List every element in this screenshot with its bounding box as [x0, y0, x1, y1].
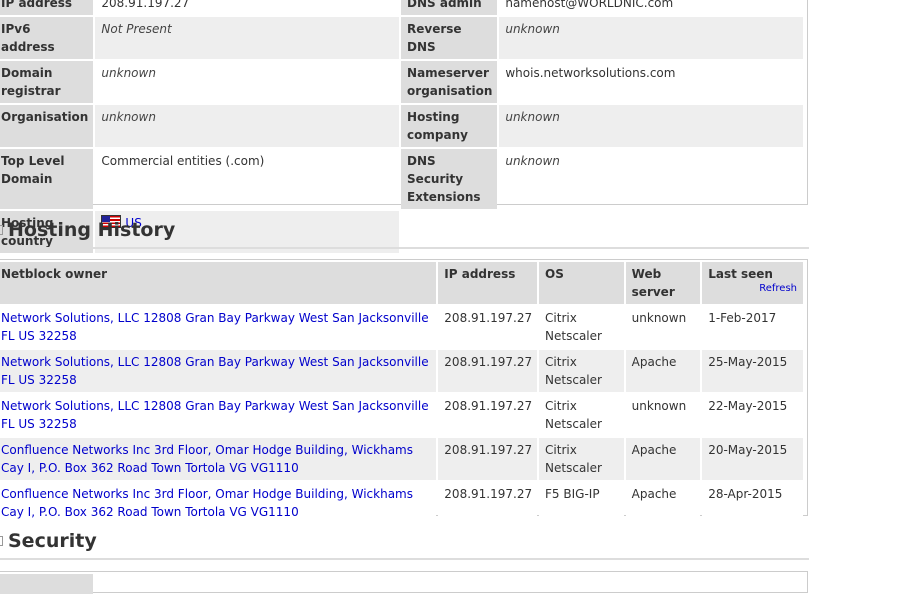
- web-server-cell: Apache: [625, 438, 701, 480]
- col-ip-address: IP address: [438, 262, 538, 304]
- web-server-cell: unknown: [625, 394, 701, 436]
- info-value-text: unknown: [505, 154, 560, 168]
- os-cell: Citrix Netscaler: [539, 350, 624, 392]
- info-label: DNS admin: [401, 0, 498, 15]
- info-value-text: unknown: [101, 110, 156, 124]
- netblock-owner-cell: Network Solutions, LLC 12808 Gran Bay Pa…: [0, 350, 437, 392]
- netblock-owner-link[interactable]: Network Solutions, LLC 12808 Gran Bay Pa…: [1, 355, 429, 387]
- section-title: Security: [8, 530, 97, 552]
- info-label: Reverse DNS: [401, 17, 498, 59]
- col-os: OS: [539, 262, 624, 304]
- refresh-link[interactable]: Refresh: [708, 283, 797, 295]
- info-label: Domain registrar: [0, 61, 94, 103]
- info-value-text: unknown: [101, 66, 156, 80]
- col-netblock-owner: Netblock owner: [0, 262, 437, 304]
- info-value: 208.91.197.27: [101, 0, 190, 10]
- ip-cell: 208.91.197.27: [438, 438, 538, 480]
- hosting-history-panel: Netblock owner IP address OS Web server …: [0, 259, 808, 524]
- security-heading: - Security: [0, 530, 97, 552]
- last-seen-cell: 22-May-2015: [702, 394, 803, 436]
- info-label: IPv6 address: [0, 17, 94, 59]
- col-last-seen: Last seen Refresh: [702, 262, 803, 304]
- info-row: Top Level Domain Commercial entities (.co…: [0, 149, 803, 209]
- os-cell: Citrix Netscaler: [539, 394, 624, 436]
- hosting-history-table: Netblock owner IP address OS Web server …: [0, 260, 805, 526]
- info-label: Top Level Domain: [0, 149, 94, 209]
- os-cell: Citrix Netscaler: [539, 306, 624, 348]
- netblock-owner-cell: Confluence Networks Inc 3rd Floor, Omar …: [0, 438, 437, 480]
- ip-cell: 208.91.197.27: [438, 482, 538, 524]
- web-server-cell: Apache: [625, 482, 701, 524]
- info-value: unknown: [95, 105, 400, 147]
- os-cell: F5 BIG-IP: [539, 482, 624, 524]
- divider: [0, 558, 809, 560]
- os-cell: Citrix Netscaler: [539, 438, 624, 480]
- info-value: unknown: [499, 17, 803, 59]
- info-value: unknown: [499, 105, 803, 147]
- last-seen-cell: 20-May-2015: [702, 438, 803, 480]
- table-row: Network Solutions, LLC 12808 Gran Bay Pa…: [0, 350, 803, 392]
- netblock-owner-link[interactable]: Network Solutions, LLC 12808 Gran Bay Pa…: [1, 311, 429, 343]
- collapse-toggle-icon[interactable]: -: [0, 536, 3, 546]
- security-label-cell: [0, 574, 93, 594]
- info-row: IP address 208.91.197.27 DNS admin namehost…: [0, 0, 803, 15]
- divider: [0, 247, 809, 249]
- last-seen-cell: 28-Apr-2015: [702, 482, 803, 524]
- info-value-text: unknown: [505, 110, 560, 124]
- netblock-owner-link[interactable]: Confluence Networks Inc 3rd Floor, Omar …: [1, 487, 413, 519]
- info-label: Hosting company: [401, 105, 498, 147]
- info-value: unknown: [499, 149, 803, 209]
- last-seen-label: Last seen: [708, 267, 773, 281]
- last-seen-cell: 1-Feb-2017: [702, 306, 803, 348]
- info-row: Organisation unknown Hosting company unknow…: [0, 105, 803, 147]
- hosting-history-heading: - Hosting History: [0, 219, 175, 241]
- web-server-cell: Apache: [625, 350, 701, 392]
- info-value-text: unknown: [505, 22, 560, 36]
- table-row: Confluence Networks Inc 3rd Floor, Omar …: [0, 482, 803, 524]
- info-label: DNS Security Extensions: [401, 149, 498, 209]
- info-row: Domain registrar unknown Nameserver organi…: [0, 61, 803, 103]
- col-web-server: Web server: [625, 262, 701, 304]
- info-value: Commercial entities (.com): [101, 154, 265, 168]
- info-value: namehost@WORLDNIC.com: [505, 0, 674, 10]
- netblock-owner-cell: Network Solutions, LLC 12808 Gran Bay Pa…: [0, 306, 437, 348]
- info-row: IPv6 address Not Present Reverse DNS unknow…: [0, 17, 803, 59]
- ip-cell: 208.91.197.27: [438, 350, 538, 392]
- netblock-owner-cell: Network Solutions, LLC 12808 Gran Bay Pa…: [0, 394, 437, 436]
- ip-cell: 208.91.197.27: [438, 394, 538, 436]
- info-value: unknown: [95, 61, 399, 103]
- info-label: Nameserver organisation: [401, 61, 498, 103]
- netblock-owner-link[interactable]: Confluence Networks Inc 3rd Floor, Omar …: [1, 443, 413, 475]
- last-seen-cell: 25-May-2015: [702, 350, 803, 392]
- section-title: Hosting History: [8, 219, 176, 241]
- table-row: Network Solutions, LLC 12808 Gran Bay Pa…: [0, 306, 803, 348]
- ip-cell: 208.91.197.27: [438, 306, 538, 348]
- collapse-toggle-icon[interactable]: -: [0, 225, 3, 235]
- table-row: Network Solutions, LLC 12808 Gran Bay Pa…: [0, 394, 803, 436]
- netblock-owner-cell: Confluence Networks Inc 3rd Floor, Omar …: [0, 482, 437, 524]
- info-label: IP address: [0, 0, 94, 15]
- info-value: whois.networksolutions.com: [505, 66, 676, 80]
- table-row: Confluence Networks Inc 3rd Floor, Omar …: [0, 438, 803, 480]
- site-info-panel: IP address 208.91.197.27 DNS admin namehost…: [0, 0, 808, 253]
- info-value-text: Not Present: [101, 22, 172, 36]
- security-panel: [0, 571, 808, 594]
- netblock-owner-link[interactable]: Network Solutions, LLC 12808 Gran Bay Pa…: [1, 399, 429, 431]
- web-server-cell: unknown: [625, 306, 701, 348]
- info-label: Organisation: [0, 105, 94, 147]
- info-value: Not Present: [95, 17, 400, 59]
- site-info-table: IP address 208.91.197.27 DNS admin namehost…: [0, 0, 805, 255]
